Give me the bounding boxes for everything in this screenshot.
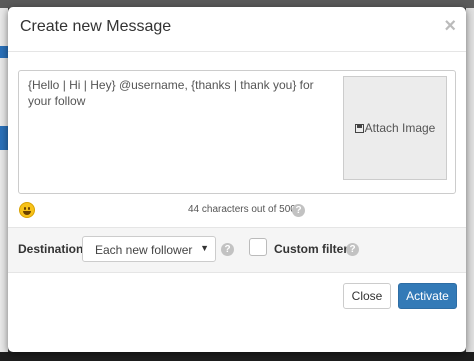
modal-title: Create new Message — [20, 18, 172, 35]
activate-button[interactable]: Activate — [398, 283, 457, 309]
floppy-disk-icon — [354, 123, 364, 133]
custom-filter-label: Custom filter — [274, 242, 349, 256]
close-icon[interactable]: × — [444, 16, 456, 36]
message-editor[interactable]: {Hello | Hi | Hey} @username, {thanks | … — [18, 70, 456, 194]
attach-image-label: Attach Image — [364, 121, 436, 135]
question-circle-icon[interactable]: ? — [292, 204, 305, 217]
message-textarea[interactable]: {Hello | Hi | Hey} @username, {thanks | … — [28, 77, 328, 109]
backdrop-bottom — [0, 352, 474, 361]
question-circle-icon[interactable]: ? — [221, 243, 234, 256]
close-button[interactable]: Close — [343, 283, 391, 309]
question-circle-icon[interactable]: ? — [346, 243, 359, 256]
custom-filter-checkbox[interactable] — [249, 238, 267, 256]
attach-image-button[interactable]: Attach Image — [343, 76, 447, 180]
destination-label: Destination — [18, 242, 84, 256]
smiley-icon[interactable] — [19, 202, 35, 218]
backdrop-right — [466, 8, 474, 361]
chevron-down-icon: ▼ — [200, 243, 209, 253]
modal-header: Create new Message × — [8, 7, 466, 52]
options-band: Destination Each new follower ▼ ? Custom… — [8, 227, 466, 273]
destination-select[interactable]: Each new follower ▼ — [82, 236, 216, 262]
backdrop-left — [0, 8, 8, 361]
create-message-modal: Create new Message × {Hello | Hi | Hey} … — [8, 7, 466, 352]
character-counter: 44 characters out of 500 — [188, 204, 296, 215]
destination-selected-value: Each new follower — [95, 243, 193, 257]
